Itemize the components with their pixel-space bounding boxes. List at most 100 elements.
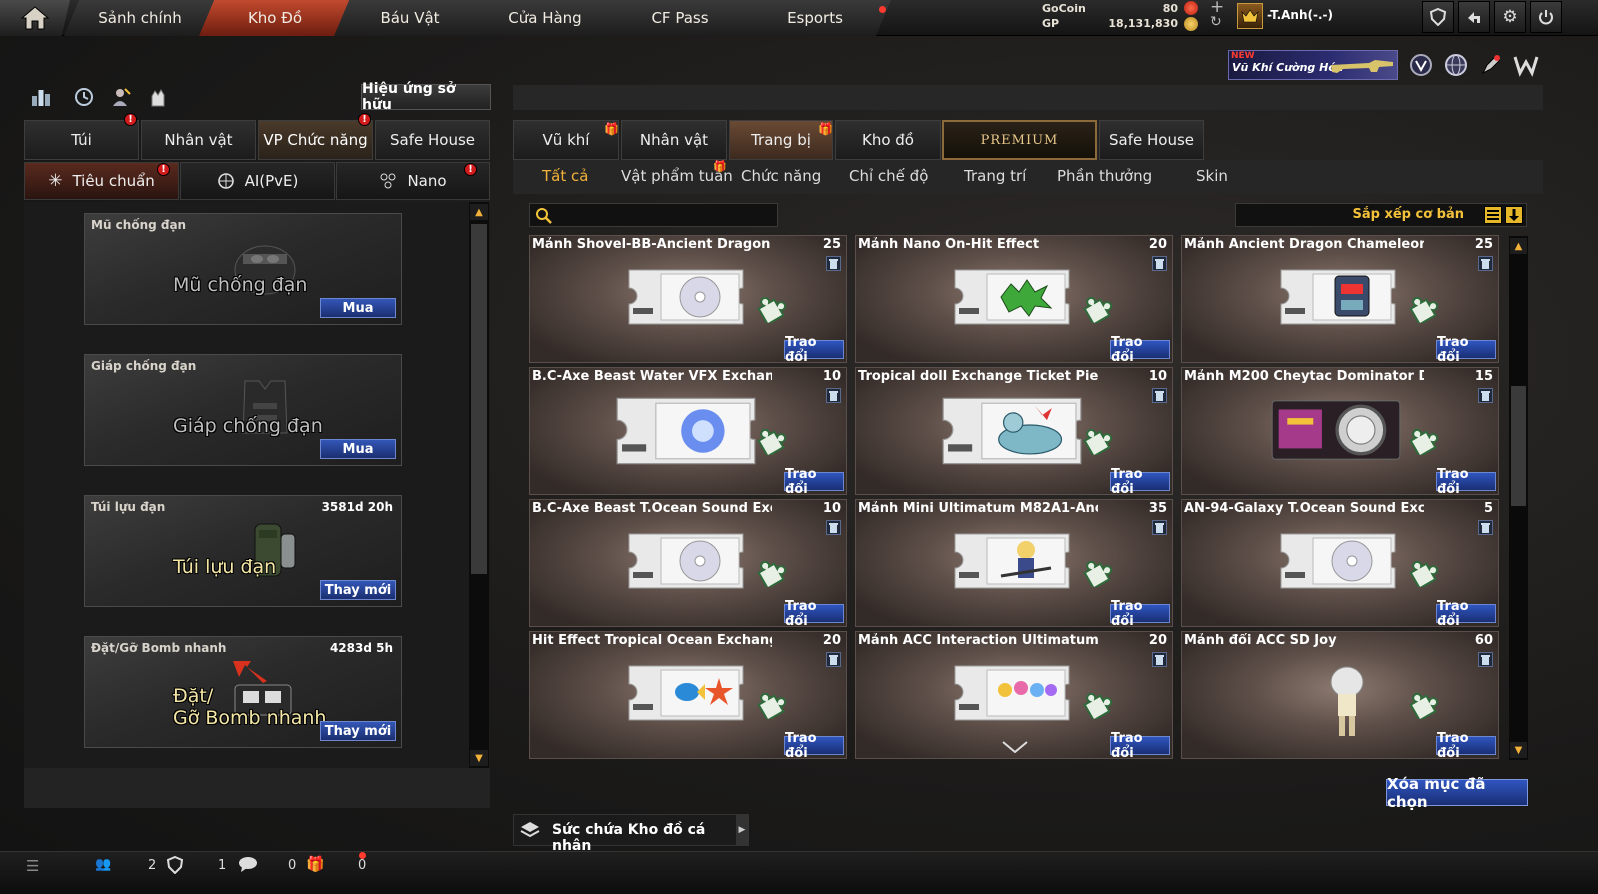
chevron-down-icon[interactable] (1002, 738, 1028, 757)
item-card[interactable]: Mảnh M200 Cheytac Dominator Disc 15 Trao… (1181, 367, 1499, 495)
right-tab-safe-house[interactable]: Safe House (1099, 120, 1204, 160)
exchange-button[interactable]: Trao đổi (1110, 467, 1170, 494)
glove-icon[interactable] (145, 84, 171, 110)
friends-icon[interactable]: 👥 (95, 857, 111, 872)
storage-capacity-button[interactable]: Sức chứa Kho đồ cá nhân ▶ (513, 814, 749, 854)
globe-emblem-icon[interactable] (1443, 52, 1469, 78)
trash-icon[interactable] (1152, 256, 1167, 271)
buy-button[interactable]: Mua (320, 439, 396, 459)
trash-icon[interactable] (1478, 520, 1493, 535)
scroll-thumb[interactable] (471, 224, 487, 574)
subtab-ai-pve[interactable]: AI(PvE) (180, 162, 335, 200)
exchange-button[interactable]: Trao đổi (1436, 335, 1496, 362)
item-card[interactable]: B.C-Axe Beast Water VFX Exchange T 10 Tr… (529, 367, 847, 495)
subtab-all[interactable]: Tất cả (542, 167, 588, 185)
buy-button[interactable]: Mua (320, 298, 396, 318)
chat-bubble-icon[interactable] (238, 856, 258, 876)
weapon-upgrade-banner[interactable]: NEW Vũ Khí Cường Hóa (1228, 50, 1398, 80)
exchange-button[interactable]: Trao đổi (784, 467, 844, 494)
exchange-button[interactable]: Trao đổi (1436, 467, 1496, 494)
clan-shield-icon[interactable] (166, 855, 184, 878)
rocket-icon[interactable] (1478, 52, 1504, 78)
item-card[interactable]: Mảnh Shovel-BB-Ancient Dragon Sc 25 Trao… (529, 235, 847, 363)
character-edit-icon[interactable] (108, 84, 134, 110)
refresh-icon[interactable]: ↻ (1210, 14, 1222, 30)
search-field[interactable] (529, 203, 778, 227)
exchange-button[interactable]: Trao đổi (784, 731, 844, 758)
function-item-card[interactable]: Giáp chống đạn Giáp chống đạn Mua (84, 354, 402, 466)
exchange-button[interactable]: Trao đổi (1110, 731, 1170, 758)
exit-room-button[interactable] (1458, 1, 1490, 33)
left-tab-bag[interactable]: Túi (24, 120, 139, 160)
renew-button[interactable]: Thay mới (320, 580, 396, 600)
nav-tab-treasure[interactable]: Báu Vật (334, 0, 486, 36)
trash-icon[interactable] (1478, 388, 1493, 403)
item-card[interactable]: Mảnh Ancient Dragon Chameleon B 25 Trao … (1181, 235, 1499, 363)
function-item-card[interactable]: Đặt/Gỡ Bomb nhanh 4283d 5h Đặt/ Gỡ Bomb … (84, 636, 402, 748)
exchange-button[interactable]: Trao đổi (1110, 335, 1170, 362)
list-view-button[interactable] (1484, 206, 1502, 224)
item-card[interactable]: Mảnh ACC Interaction Ultimatum AI 20 Tra… (855, 631, 1173, 759)
item-card[interactable]: Tropical doll Exchange Ticket Piece 10 T… (855, 367, 1173, 495)
trash-icon[interactable] (1478, 256, 1493, 271)
exchange-button[interactable]: Trao đổi (1436, 599, 1496, 626)
exchange-button[interactable]: Trao đổi (1436, 731, 1496, 758)
ranking-icon[interactable] (28, 84, 54, 110)
clear-selected-button[interactable]: Xóa mục đã chọn (1386, 775, 1528, 811)
nav-tab-shop[interactable]: Cửa Hàng (469, 0, 621, 36)
exchange-button[interactable]: Trao đổi (784, 599, 844, 626)
username[interactable]: -T.Anh(-.-) (1267, 8, 1333, 22)
nav-tab-inventory[interactable]: Kho Đồ (199, 0, 351, 36)
item-card[interactable]: B.C-Axe Beast T.Ocean Sound Excha 10 Tra… (529, 499, 847, 627)
settings-button[interactable]: ⚙ (1494, 1, 1526, 33)
item-grid-scrollbar[interactable]: ▲ ▼ (1509, 236, 1528, 760)
scroll-up-button[interactable]: ▲ (1510, 238, 1527, 254)
exchange-button[interactable]: Trao đổi (1110, 599, 1170, 626)
home-button[interactable] (0, 0, 70, 36)
gift-icon[interactable]: 🎁 (306, 855, 325, 873)
w-emblem-icon[interactable] (1513, 52, 1539, 78)
scroll-down-button[interactable]: ▼ (470, 750, 488, 766)
function-item-card[interactable]: Túi lựu đạn 3581d 20h Túi lựu đạn Thay m… (84, 495, 402, 607)
trash-icon[interactable] (826, 256, 841, 271)
trash-icon[interactable] (1478, 652, 1493, 667)
exchange-button[interactable]: Trao đổi (784, 335, 844, 362)
subtab-decoration[interactable]: Trang trí (964, 167, 1026, 185)
item-card[interactable]: AN-94-Galaxy T.Ocean Sound Excha 5 Trao … (1181, 499, 1499, 627)
subtab-rewards[interactable]: Phần thưởng (1057, 167, 1152, 185)
subtab-mode-only[interactable]: Chỉ chế độ (849, 167, 928, 185)
left-tab-safe-house[interactable]: Safe House (375, 120, 490, 160)
owned-effects-button[interactable]: Hiệu ứng sở hữu (361, 81, 491, 113)
scroll-down-button[interactable]: ▼ (1510, 742, 1527, 758)
shield-menu-button[interactable] (1422, 1, 1454, 33)
nav-tab-esports[interactable]: Esports (739, 0, 891, 36)
left-tab-function-items[interactable]: VP Chức năng (258, 120, 373, 160)
emblem-v-icon[interactable] (1408, 52, 1434, 78)
right-tab-premium[interactable]: PREMIUM (942, 120, 1097, 160)
trash-icon[interactable] (826, 652, 841, 667)
scroll-up-button[interactable]: ▲ (470, 204, 488, 220)
menu-icon[interactable]: ☰ (26, 857, 39, 875)
sort-order-button[interactable] (1505, 206, 1523, 224)
trash-icon[interactable] (826, 520, 841, 535)
scroll-thumb[interactable] (1511, 386, 1526, 506)
item-card[interactable]: Mảnh Nano On-Hit Effect 20 Trao đổi (855, 235, 1173, 363)
subtab-standard[interactable]: ✳ Tiêu chuẩn (24, 162, 179, 200)
trash-icon[interactable] (1152, 388, 1167, 403)
item-card[interactable]: Hit Effect Tropical Ocean Exchange 20 Tr… (529, 631, 847, 759)
power-button[interactable] (1530, 1, 1562, 33)
search-input[interactable] (556, 206, 771, 224)
nav-tab-lobby[interactable]: Sảnh chính (64, 0, 216, 36)
trash-icon[interactable] (1152, 520, 1167, 535)
trash-icon[interactable] (1152, 652, 1167, 667)
right-tab-character[interactable]: Nhân vật (621, 120, 727, 160)
right-tab-storage[interactable]: Kho đồ (835, 120, 941, 160)
trash-icon[interactable] (826, 388, 841, 403)
sort-dropdown[interactable]: Sắp xếp cơ bản (1235, 203, 1527, 227)
left-scrollbar[interactable]: ▲ ▼ (469, 202, 489, 768)
item-card[interactable]: Mảnh Mini Ultimatum M82A1-Ancie 35 Trao … (855, 499, 1173, 627)
nav-tab-cf-pass[interactable]: CF Pass (604, 0, 756, 36)
left-tab-character[interactable]: Nhân vật (141, 120, 256, 160)
renew-button[interactable]: Thay mới (320, 721, 396, 741)
subtab-skin[interactable]: Skin (1196, 167, 1228, 185)
